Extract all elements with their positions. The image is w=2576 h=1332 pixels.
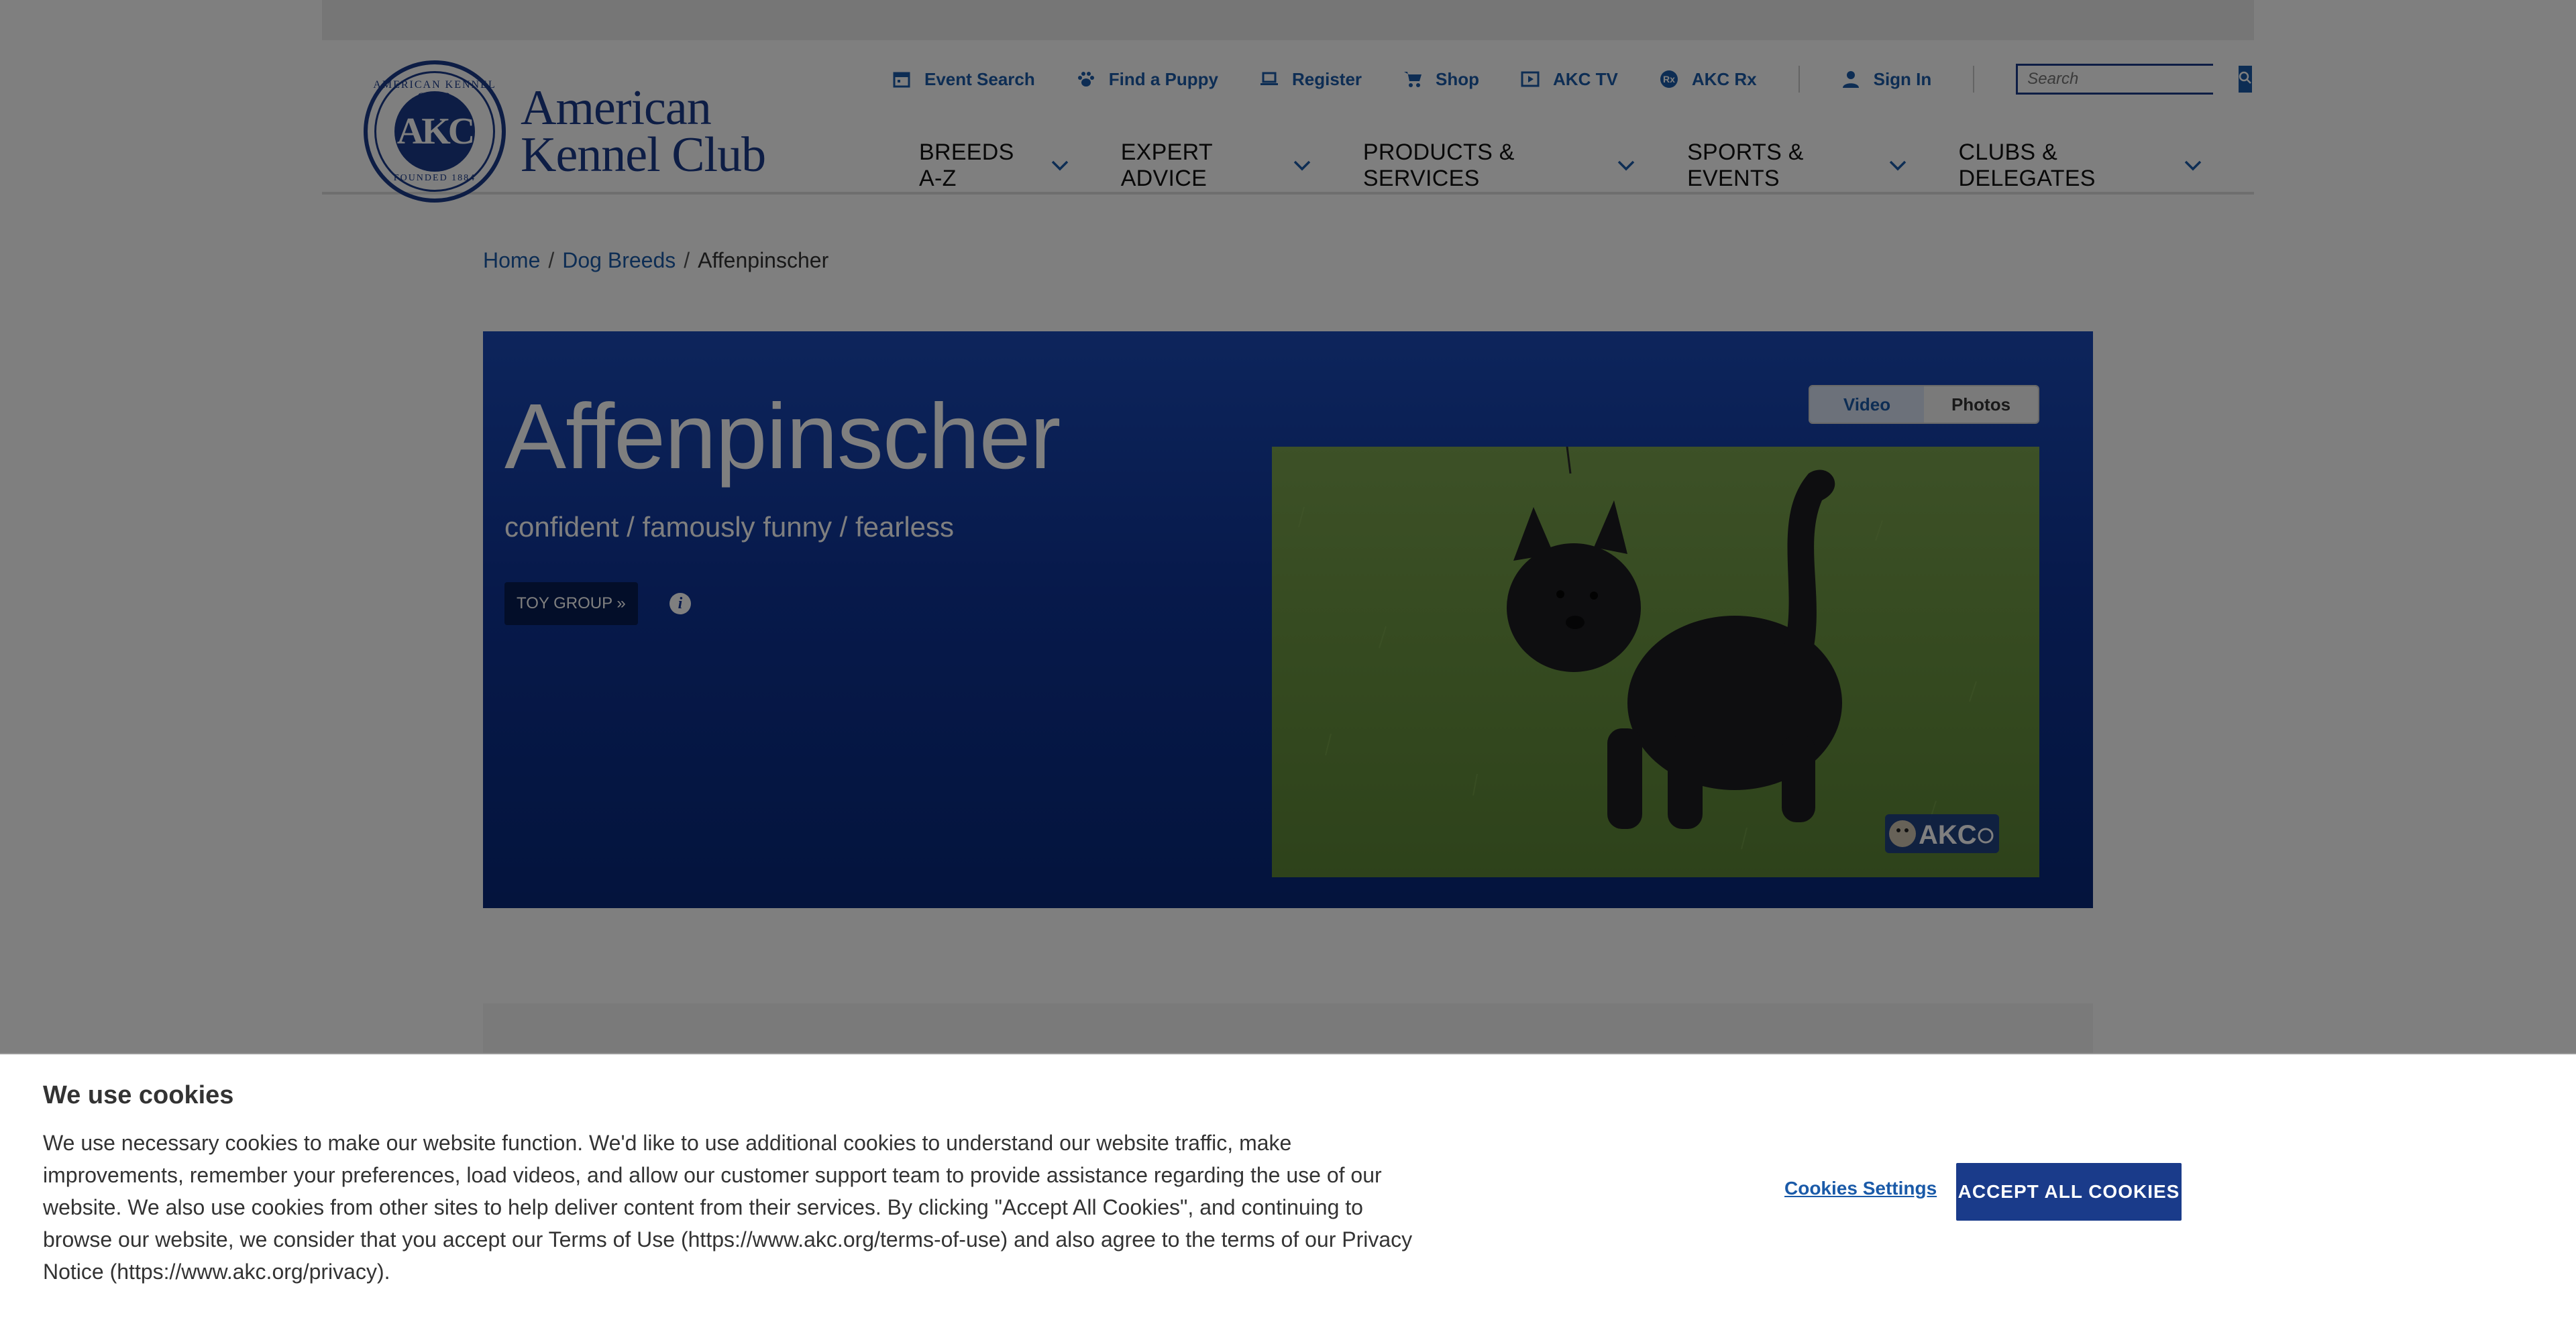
cookies-settings-link[interactable]: Cookies Settings [1784, 1178, 1937, 1199]
cookie-body: We use necessary cookies to make our web… [43, 1131, 1413, 1284]
cookie-title: We use cookies [43, 1081, 234, 1109]
page: AMERICAN KENNEL CLUB AKC FOUNDED 1884 Am… [0, 0, 2576, 1332]
cookie-banner: We use cookies We use necessary cookies … [0, 1053, 2576, 1332]
accept-all-cookies-button[interactable]: ACCEPT ALL COOKIES [1956, 1163, 2182, 1221]
